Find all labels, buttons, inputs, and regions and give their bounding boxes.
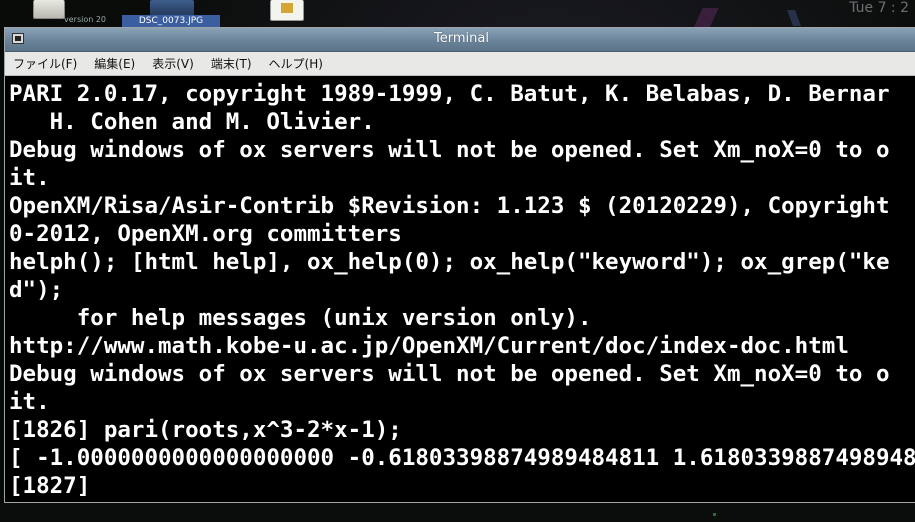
window-title: Terminal bbox=[434, 31, 489, 46]
terminal-line: [1826] pari(roots,x^3-2*x-1); bbox=[9, 417, 402, 443]
terminal-line: 0-2012, OpenXM.org committers bbox=[9, 221, 402, 247]
terminal-line: H. Cohen and M. Olivier. bbox=[9, 109, 375, 135]
terminal-screen[interactable]: PARI 2.0.17, copyright 1989-1999, C. Bat… bbox=[5, 77, 915, 502]
terminal-window[interactable]: Terminal ファイル(F) 編集(E) 表示(V) 端末(T) ヘルプ(H… bbox=[4, 27, 915, 503]
terminal-line: PARI 2.0.17, copyright 1989-1999, C. Bat… bbox=[9, 81, 890, 107]
menu-edit[interactable]: 編集(E) bbox=[92, 53, 137, 74]
wallpaper-decoration bbox=[787, 10, 801, 26]
window-titlebar[interactable]: Terminal bbox=[5, 28, 915, 52]
wallpaper-decoration bbox=[693, 8, 719, 28]
clock-text: Tue 7 : 2 bbox=[849, 0, 909, 16]
terminal-line: Debug windows of ox servers will not be … bbox=[9, 361, 890, 387]
desktop-background: version 20 DSC_0073.JPG Tue 7 : 2 Termin… bbox=[0, 0, 915, 522]
drive-icon-label: version 20 bbox=[64, 15, 107, 24]
terminal-line: helph(); [html help], ox_help(0); ox_hel… bbox=[9, 249, 890, 275]
terminal-line: it. bbox=[9, 389, 50, 415]
terminal-line: OpenXM/Risa/Asir-Contrib $Revision: 1.12… bbox=[9, 193, 890, 219]
menu-bar: ファイル(F) 編集(E) 表示(V) 端末(T) ヘルプ(H) bbox=[5, 52, 915, 76]
terminal-prompt-line[interactable]: [1827] bbox=[9, 472, 915, 500]
terminal-line: [ -1.0000000000000000000 -0.618033988749… bbox=[9, 445, 915, 471]
terminal-line: for help messages (unix version only). bbox=[9, 305, 592, 331]
tray-indicator-icon bbox=[713, 513, 716, 516]
menu-view[interactable]: 表示(V) bbox=[150, 53, 196, 74]
terminal-line: Debug windows of ox servers will not be … bbox=[9, 137, 890, 163]
terminal-line: http://www.math.kobe-u.ac.jp/OpenXM/Curr… bbox=[9, 333, 849, 359]
menu-file[interactable]: ファイル(F) bbox=[11, 53, 79, 74]
menu-terminal[interactable]: 端末(T) bbox=[209, 53, 254, 74]
terminal-line: it. bbox=[9, 165, 50, 191]
image-file-label[interactable]: DSC_0073.JPG bbox=[122, 15, 220, 27]
document-file-icon[interactable] bbox=[270, 0, 304, 21]
menu-help[interactable]: ヘルプ(H) bbox=[267, 53, 325, 74]
drive-icon[interactable] bbox=[33, 0, 65, 19]
image-file-icon[interactable] bbox=[150, 0, 194, 16]
desktop-bottom-strip bbox=[0, 503, 915, 522]
terminal-line: d"); bbox=[9, 277, 64, 303]
